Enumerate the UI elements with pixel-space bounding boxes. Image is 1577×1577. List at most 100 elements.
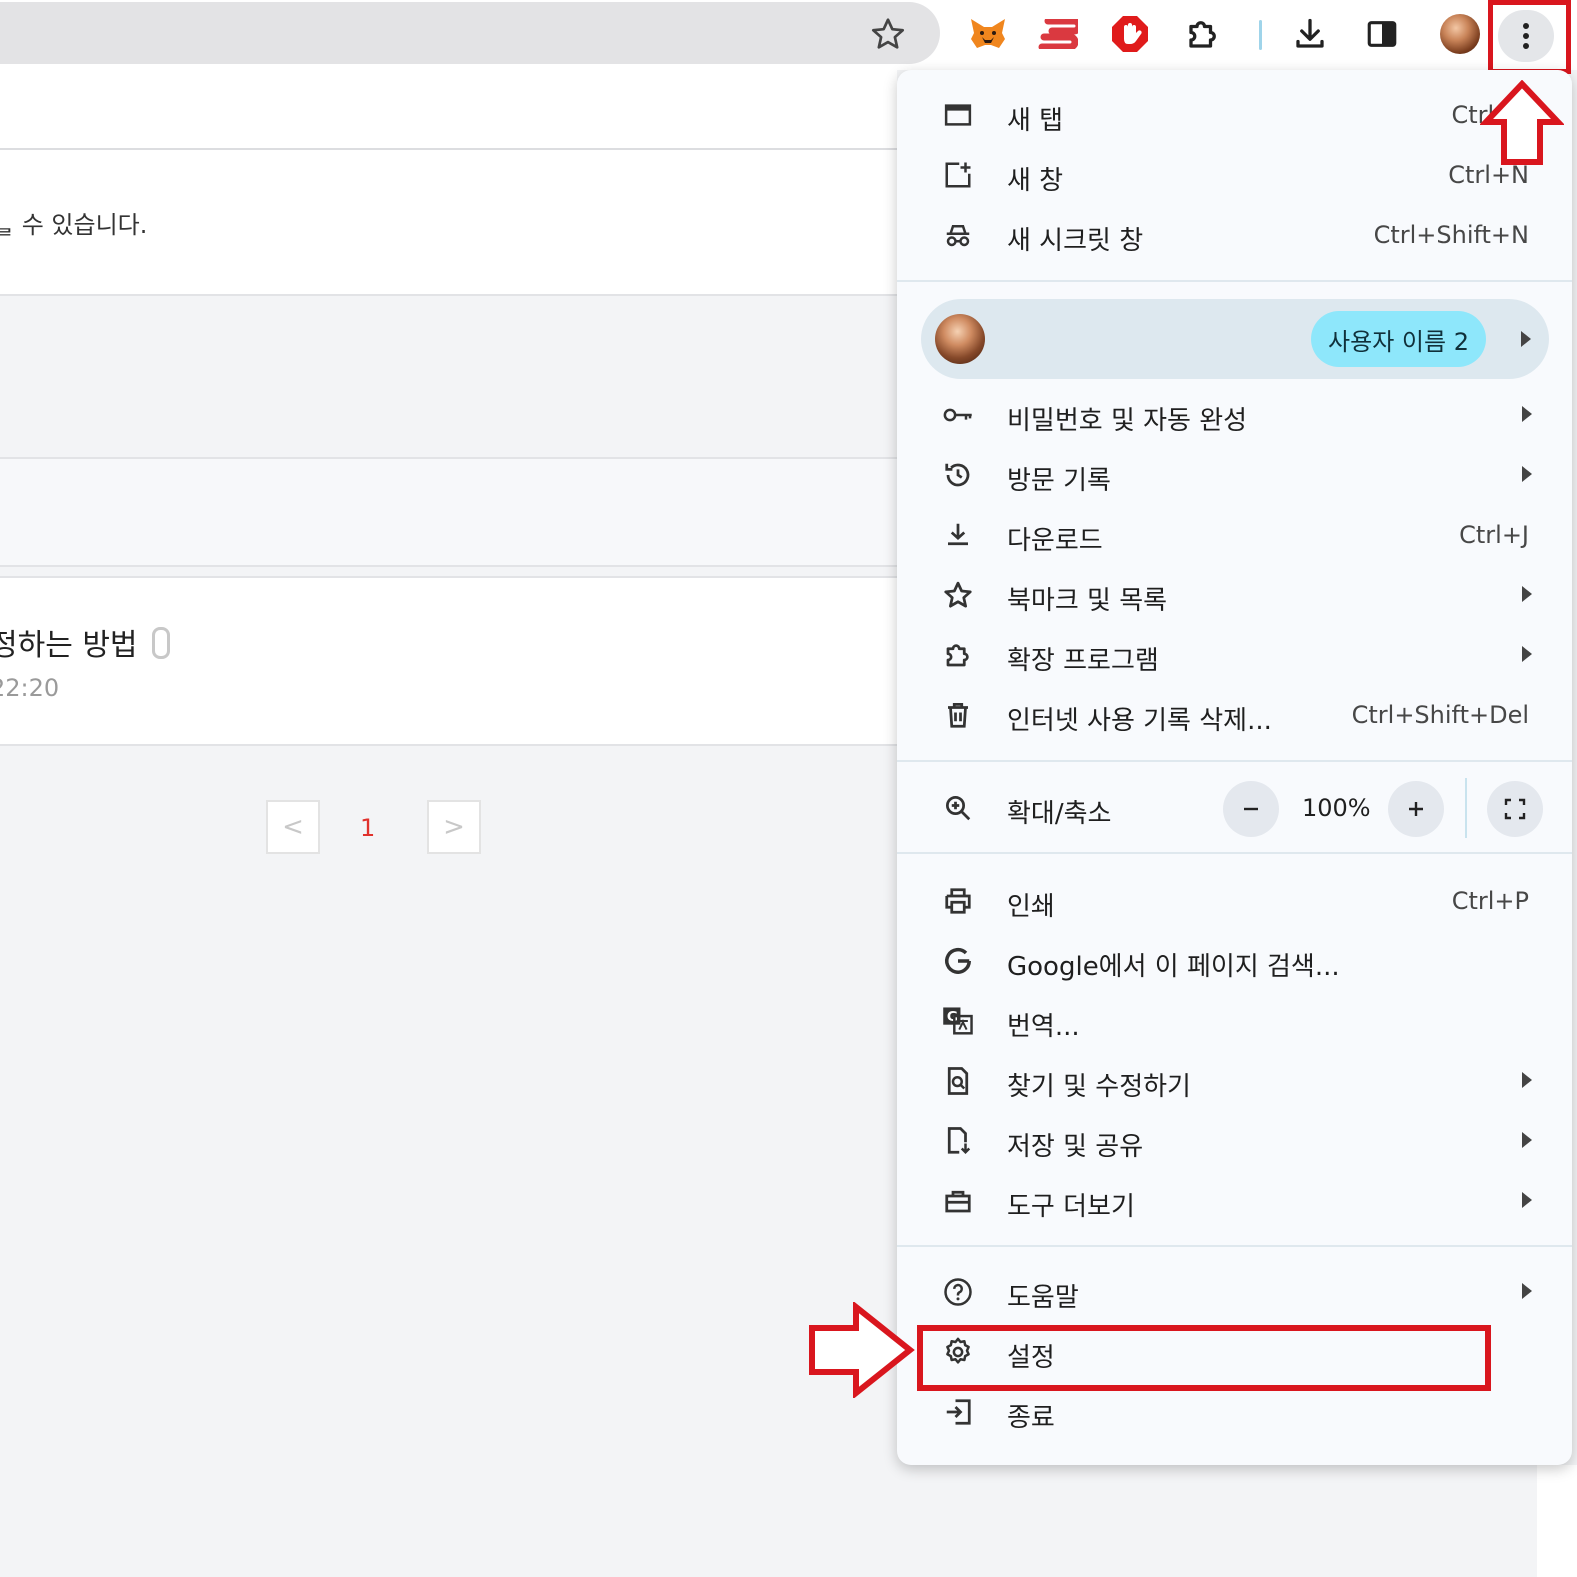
menu-item-clear-data[interactable]: 인터넷 사용 기록 삭제... Ctrl+Shift+Del (897, 686, 1572, 746)
zoom-icon (941, 791, 975, 825)
menu-item-history[interactable]: 방문 기록 (897, 446, 1572, 506)
menu-item-help[interactable]: 도움말 (897, 1263, 1572, 1323)
profile-avatar[interactable] (1440, 14, 1480, 54)
chevron-right-icon (1522, 1192, 1532, 1208)
toolbox-icon (941, 1184, 975, 1218)
menu-divider (897, 1245, 1572, 1247)
menu-profile-row[interactable]: 사용자 이름 2 (921, 299, 1549, 379)
google-icon (941, 944, 975, 978)
chevron-right-icon (1522, 1283, 1532, 1299)
help-icon (941, 1275, 975, 1309)
menu-item-save-share[interactable]: 저장 및 공유 (897, 1112, 1572, 1172)
menu-item-label: 다운로드 (1007, 526, 1103, 556)
page-header-card (0, 64, 897, 150)
menu-item-more-tools[interactable]: 도구 더보기 (897, 1172, 1572, 1232)
zoom-in-button[interactable] (1388, 781, 1444, 837)
extensions-puzzle-icon[interactable] (1183, 14, 1223, 54)
zoom-separator (1465, 778, 1467, 838)
translate-icon: G (941, 1004, 975, 1038)
menu-item-exit[interactable]: 종료 (897, 1383, 1572, 1443)
menu-item-new-incognito[interactable]: 새 시크릿 창 Ctrl+Shift+N (897, 206, 1572, 266)
new-window-icon (941, 158, 975, 192)
menu-item-downloads[interactable]: 다운로드 Ctrl+J (897, 506, 1572, 566)
menu-item-label: 인터넷 사용 기록 삭제... (1007, 706, 1272, 736)
pager-prev-button[interactable]: < (266, 800, 320, 854)
toolbar-separator (1259, 20, 1262, 50)
menu-item-zoom: 확대/축소 100% (897, 772, 1572, 846)
chevron-right-icon (1522, 466, 1532, 482)
avatar (935, 314, 985, 364)
menu-item-translate[interactable]: G 번역... (897, 992, 1572, 1052)
fullscreen-button[interactable] (1487, 781, 1543, 837)
menu-item-shortcut: Ctrl+Shift+N (1373, 221, 1529, 249)
menu-item-label: 인쇄 (1007, 892, 1055, 922)
menu-item-label: 찾기 및 수정하기 (1007, 1072, 1191, 1102)
bookmark-star-icon[interactable] (870, 16, 906, 52)
incognito-icon (941, 218, 975, 252)
chevron-right-icon (1522, 1072, 1532, 1088)
chevron-right-icon (1522, 646, 1532, 662)
menu-divider (897, 852, 1572, 854)
page-scroll-edge (1537, 1465, 1577, 1577)
menu-item-passwords[interactable]: 비밀번호 및 자동 완성 (897, 386, 1572, 446)
chevron-right-icon (1521, 331, 1531, 347)
arrow-up-icon (1480, 80, 1564, 165)
pager-current-page[interactable]: 1 (360, 814, 375, 842)
menu-item-label: 도움말 (1007, 1283, 1079, 1313)
address-bar[interactable] (0, 2, 940, 64)
metamask-fox-icon[interactable] (968, 14, 1008, 54)
notice-text: ᆯ 수 있습니다. (0, 211, 148, 239)
fullscreen-icon (1504, 798, 1526, 820)
post-date: 22:20 (0, 674, 60, 702)
star-icon (941, 578, 975, 612)
menu-item-label: 종료 (1007, 1403, 1055, 1433)
menu-item-shortcut: Ctrl+Shift+Del (1351, 701, 1529, 729)
menu-item-new-window[interactable]: 새 창 Ctrl+N (897, 146, 1572, 206)
menu-item-print[interactable]: 인쇄 Ctrl+P (897, 872, 1572, 932)
post-title[interactable]: 정하는 방법 (0, 620, 170, 664)
zoom-value: 100% (1302, 794, 1371, 822)
exit-icon (941, 1395, 975, 1429)
menu-item-shortcut: Ctrl+P (1451, 887, 1529, 915)
menu-item-shortcut: Ctrl+J (1459, 521, 1529, 549)
chevron-right-icon (1522, 406, 1532, 422)
menu-item-new-tab[interactable]: 새 탭 Ctrl+T (897, 86, 1572, 146)
menu-item-extensions[interactable]: 확장 프로그램 (897, 626, 1572, 686)
attachment-clip-icon (151, 627, 170, 659)
menu-item-bookmarks[interactable]: 북마크 및 목록 (897, 566, 1572, 626)
minus-icon (1244, 807, 1258, 811)
menu-item-label: 새 시크릿 창 (1007, 226, 1144, 256)
chrome-main-menu: 새 탭 Ctrl+T 새 창 Ctrl+N 새 시크릿 창 Ctrl+Shift… (897, 70, 1572, 1465)
adblock-hand-icon[interactable] (1110, 14, 1150, 54)
trash-icon (941, 698, 975, 732)
menu-item-label: 비밀번호 및 자동 완성 (1007, 406, 1248, 436)
notice-card: ᆯ 수 있습니다. (0, 150, 897, 296)
download-icon (941, 518, 975, 552)
menu-item-label: 새 창 (1007, 166, 1064, 196)
print-icon (941, 884, 975, 918)
filter-band (0, 457, 897, 567)
menu-item-find-edit[interactable]: 찾기 및 수정하기 (897, 1052, 1572, 1112)
settings-highlight-box (917, 1325, 1491, 1391)
zoom-out-button[interactable] (1223, 781, 1279, 837)
history-icon (941, 458, 975, 492)
new-tab-icon (941, 98, 975, 132)
pager-next-button[interactable]: > (427, 800, 481, 854)
download-icon[interactable] (1290, 14, 1330, 54)
save-share-icon (941, 1124, 975, 1158)
menu-item-label: 도구 더보기 (1007, 1192, 1135, 1222)
chevron-right-icon (1522, 1132, 1532, 1148)
menu-item-label: 확대/축소 (1007, 799, 1112, 829)
plus-icon (1409, 802, 1423, 816)
menu-item-label: 확장 프로그램 (1007, 646, 1159, 676)
menu-divider (897, 760, 1572, 762)
menu-item-label: 번역... (1007, 1012, 1080, 1042)
key-icon (941, 398, 975, 432)
find-icon (941, 1064, 975, 1098)
menu-button-highlight (1488, 0, 1571, 74)
post-list-item[interactable]: 정하는 방법 22:20 (0, 576, 897, 746)
menu-item-google-search[interactable]: Google에서 이 페이지 검색... (897, 932, 1572, 992)
side-panel-icon[interactable] (1362, 14, 1402, 54)
expressvpn-icon[interactable] (1038, 14, 1078, 54)
profile-name-chip: 사용자 이름 2 (1311, 311, 1486, 367)
